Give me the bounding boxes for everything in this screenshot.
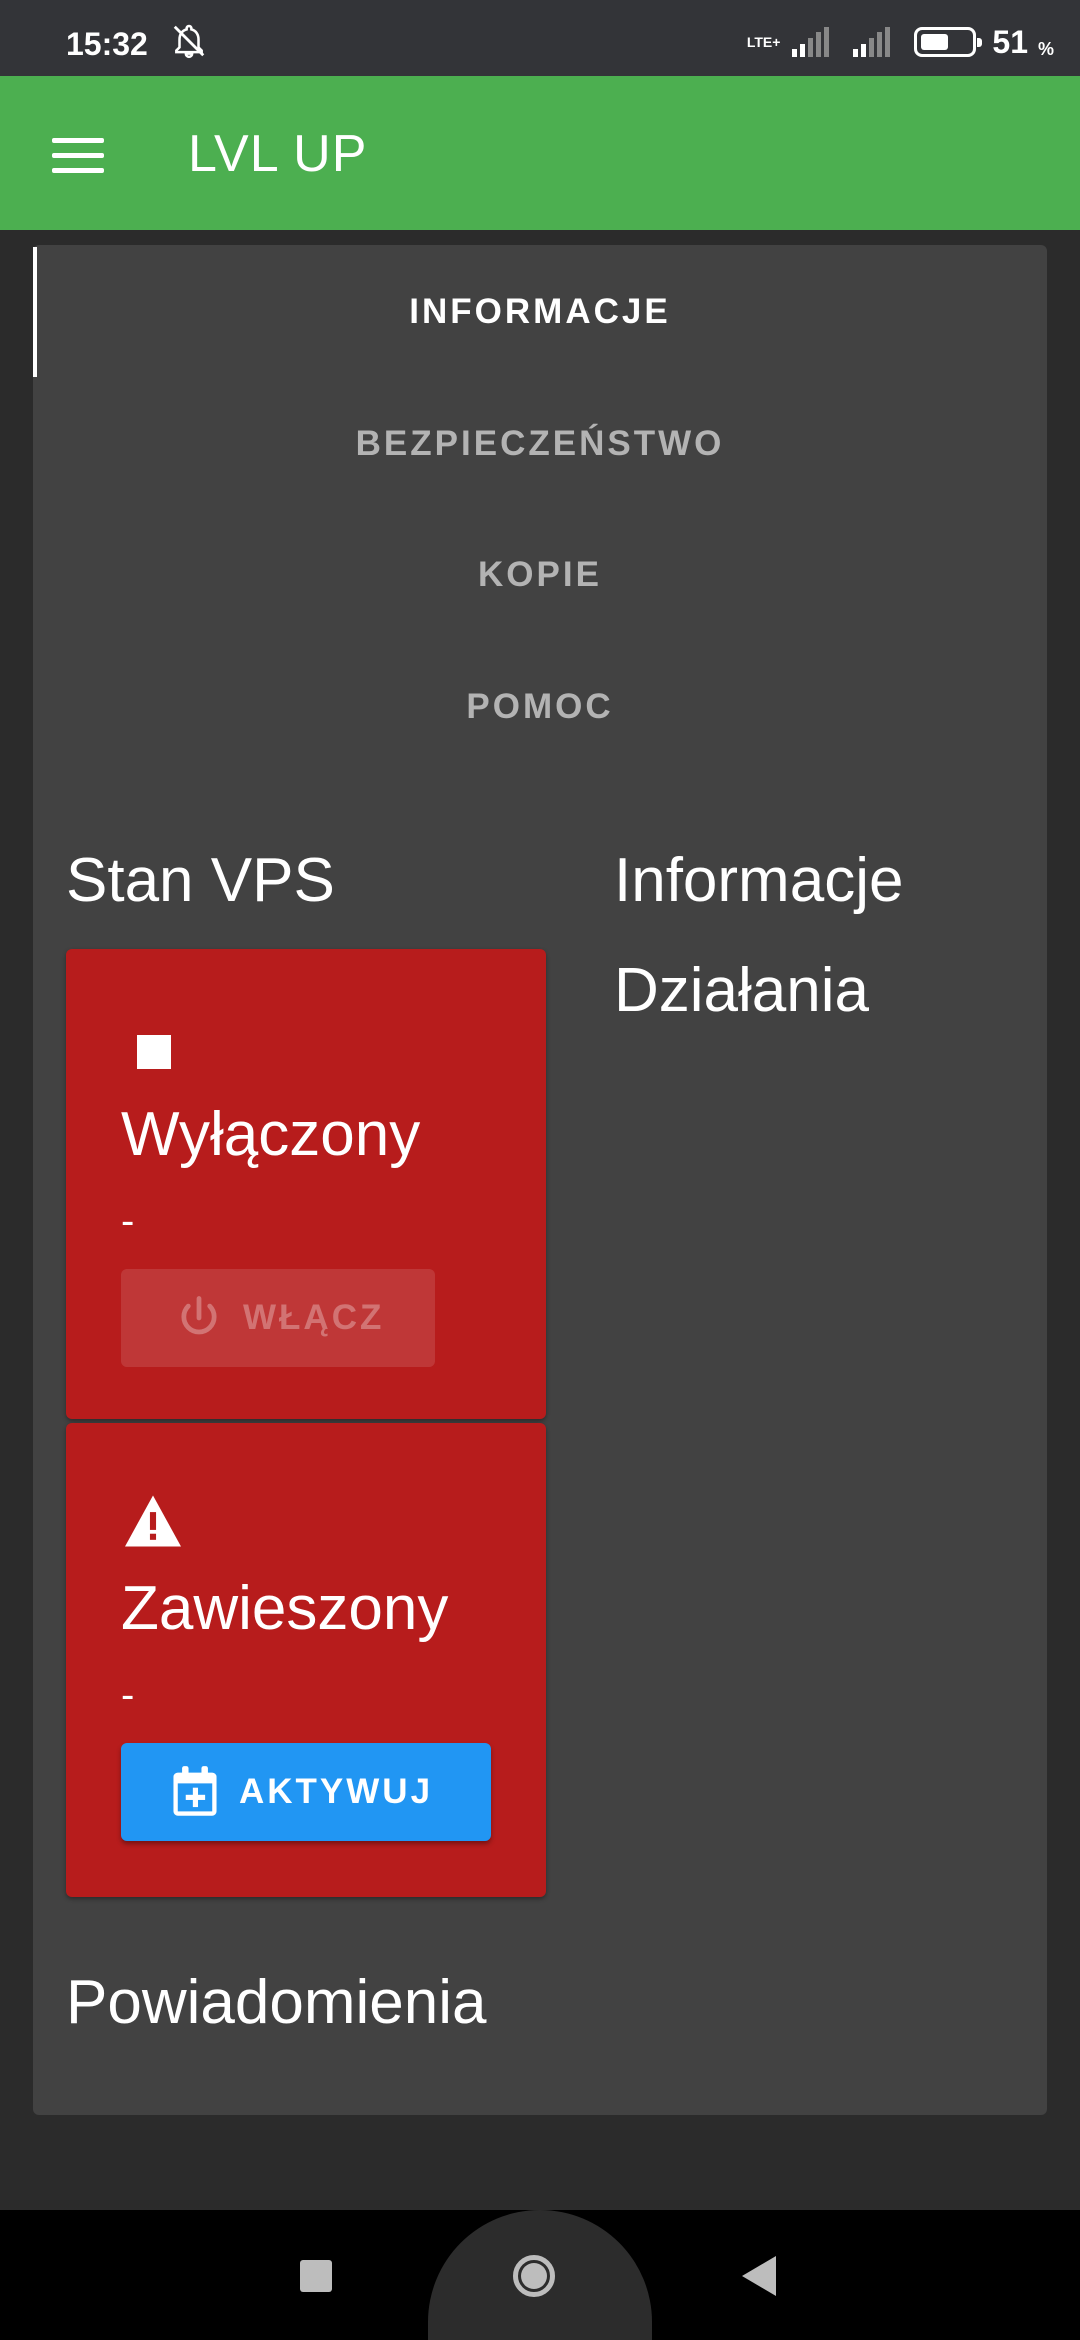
section-title-dzialania: Działania — [614, 956, 870, 1025]
section-title-powiadomienia: Powiadomienia — [66, 1968, 487, 2037]
section-title-stan-vps: Stan VPS — [66, 846, 335, 915]
battery-unit: % — [1037, 39, 1054, 59]
tab-informacje[interactable]: INFORMACJE — [33, 247, 1047, 377]
activate-button-label: AKTYWUJ — [239, 1772, 434, 1811]
app-bar: LVL UP — [0, 76, 1080, 230]
network-type: LTE+ — [746, 34, 781, 50]
tab-kopie[interactable]: KOPIE — [33, 510, 1047, 640]
signal-icon — [792, 27, 830, 57]
signal-icon — [853, 27, 891, 57]
status-indicators: LTE+ 51 % — [747, 22, 1054, 62]
home-icon-dot — [521, 2263, 547, 2289]
calendar-plus-icon — [173, 1766, 217, 1816]
recents-icon[interactable] — [300, 2260, 332, 2292]
battery-level: 51 — [992, 23, 1028, 60]
section-title-informacje: Informacje — [614, 846, 904, 915]
warning-icon — [125, 1495, 181, 1547]
tab-pomoc[interactable]: POMOC — [33, 642, 1047, 772]
tab-bezpieczenstwo[interactable]: BEZPIECZEŃSTWO — [33, 379, 1047, 509]
vps-state-title: Wyłączony — [121, 1100, 421, 1169]
activate-button[interactable]: AKTYWUJ — [121, 1743, 491, 1841]
suspension-card: Zawieszony - AKTYWUJ — [66, 1423, 546, 1897]
dnd-off-icon — [173, 24, 205, 59]
status-bar: 15:32 LTE+ 51 % — [0, 0, 1080, 76]
battery-icon — [914, 27, 983, 57]
power-on-button-label: WŁĄCZ — [243, 1298, 385, 1337]
system-nav-bar — [0, 2210, 1080, 2340]
suspension-detail: - — [121, 1673, 135, 1717]
status-time: 15:32 — [66, 26, 148, 62]
app-title: LVL UP — [188, 125, 368, 183]
suspension-title: Zawieszony — [121, 1574, 449, 1643]
power-icon — [181, 1296, 217, 1335]
content-card: INFORMACJE BEZPIECZEŃSTWO KOPIE POMOC St… — [33, 245, 1047, 2115]
hamburger-menu-icon[interactable] — [52, 138, 104, 174]
power-on-button[interactable]: WŁĄCZ — [121, 1269, 435, 1367]
vps-state-detail: - — [121, 1199, 135, 1243]
back-icon[interactable] — [742, 2256, 776, 2296]
stop-icon — [137, 1035, 171, 1069]
vps-state-card: Wyłączony - WŁĄCZ — [66, 949, 546, 1419]
